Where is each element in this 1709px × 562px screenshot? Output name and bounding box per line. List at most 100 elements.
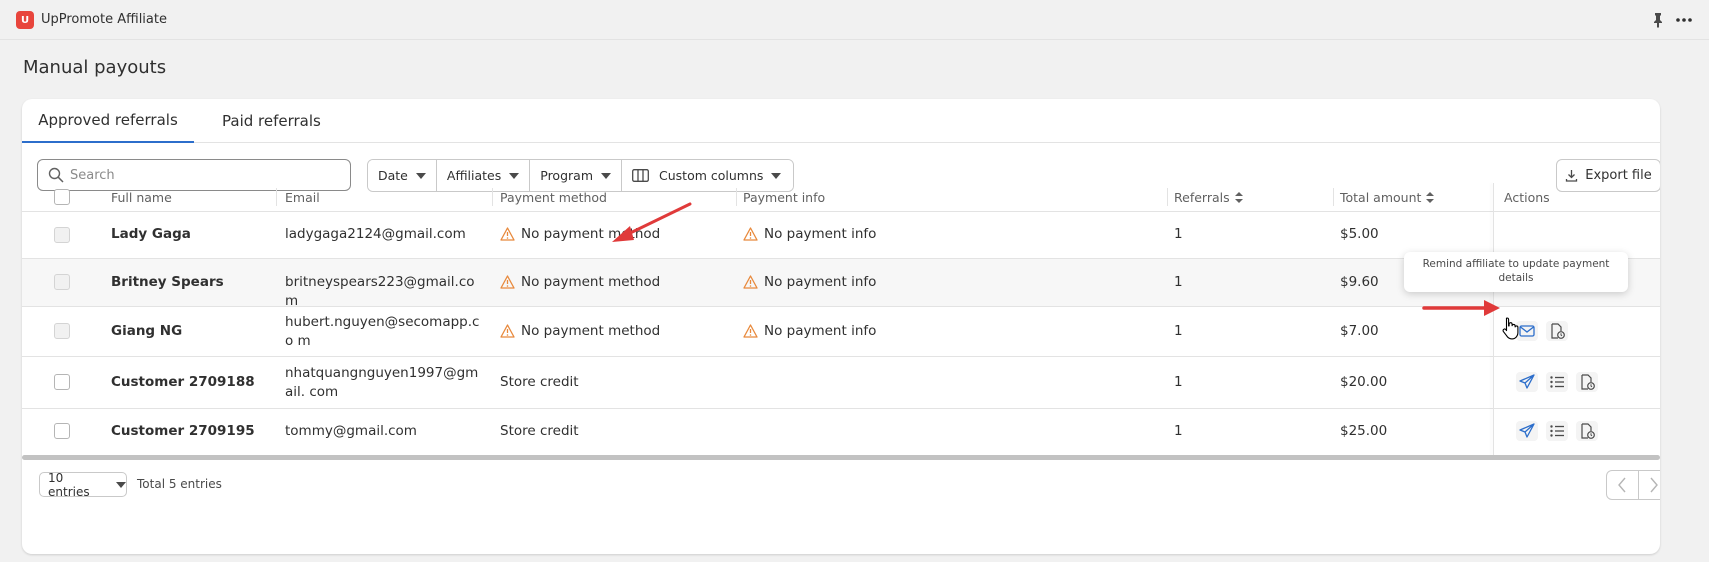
affiliate-email: britneyspears223@gmail.com	[285, 274, 475, 309]
list-icon	[1550, 376, 1564, 388]
payment-method-text: Store credit	[500, 374, 579, 390]
header-payment-info: Payment info	[743, 190, 826, 205]
program-filter-label: Program	[540, 168, 593, 183]
search-icon	[48, 167, 64, 183]
affiliate-name: Britney Spears	[111, 274, 224, 290]
affiliate-name: Customer 2709195	[111, 423, 255, 439]
pending-doc-button[interactable]	[1576, 421, 1598, 441]
table-row: Customer 2709195 tommy@gmail.com Store c…	[22, 409, 1660, 455]
send-payment-button[interactable]	[1516, 372, 1538, 392]
tab-approved-referrals[interactable]: Approved referrals	[22, 99, 194, 143]
column-divider	[276, 188, 277, 206]
payment-method: No payment method	[500, 323, 660, 339]
payment-info-text: No payment info	[764, 323, 877, 339]
send-icon	[1519, 423, 1535, 438]
warning-icon	[743, 227, 758, 241]
list-icon	[1550, 425, 1564, 437]
chevron-left-icon	[1618, 477, 1626, 493]
affiliates-filter-label: Affiliates	[446, 168, 502, 183]
payment-method: No payment method	[500, 274, 660, 290]
pending-doc-button[interactable]	[1546, 321, 1568, 341]
warning-icon	[500, 227, 515, 241]
column-divider	[492, 188, 493, 206]
referrals-count: 1	[1174, 274, 1183, 290]
referrals-count: 1	[1174, 226, 1183, 242]
next-page-button[interactable]	[1639, 471, 1661, 499]
details-list-button[interactable]	[1546, 421, 1568, 441]
sort-icon	[1234, 192, 1243, 203]
prev-page-button[interactable]	[1607, 471, 1639, 499]
app-bar: U UpPromote Affiliate	[0, 0, 1709, 40]
warning-icon	[500, 275, 515, 289]
payment-method: No payment method	[500, 226, 660, 242]
entries-per-page-select[interactable]: 10 entries	[39, 470, 127, 499]
warning-icon	[500, 324, 515, 338]
total-entries: Total 5 entries	[137, 477, 222, 491]
header-payment-method: Payment method	[500, 190, 607, 205]
payment-method: Store credit	[500, 423, 579, 439]
more-icon[interactable]	[1674, 12, 1694, 28]
pending-doc-icon	[1581, 374, 1595, 390]
pagination	[1606, 470, 1660, 500]
row-checkbox[interactable]	[54, 423, 70, 439]
referrals-count: 1	[1174, 374, 1183, 390]
page-title: Manual payouts	[23, 57, 167, 78]
payment-info-text: No payment info	[764, 274, 877, 290]
send-payment-button[interactable]	[1516, 421, 1538, 441]
payment-method-text: No payment method	[521, 323, 661, 339]
app-name: UpPromote Affiliate	[41, 12, 167, 27]
mail-icon	[1519, 325, 1535, 337]
affiliate-email: tommy@gmail.com	[285, 423, 417, 439]
caret-down-icon	[771, 172, 782, 179]
search-input[interactable]	[70, 167, 330, 183]
row-checkbox[interactable]	[54, 374, 70, 390]
referrals-count: 1	[1174, 423, 1183, 439]
payment-info: No payment info	[743, 274, 876, 290]
header-referrals[interactable]: Referrals	[1174, 190, 1243, 205]
horizontal-scrollbar[interactable]	[22, 455, 1660, 460]
affiliate-name: Giang NG	[111, 323, 183, 339]
row-checkbox[interactable]	[54, 227, 70, 243]
sticky-actions-divider	[1493, 183, 1494, 458]
header-referrals-label: Referrals	[1174, 190, 1230, 205]
header-total-amount[interactable]: Total amount	[1340, 190, 1435, 205]
total-amount: $25.00	[1340, 423, 1388, 439]
app-logo: U	[16, 11, 34, 29]
payment-method-text: Store credit	[500, 423, 579, 439]
affiliate-email: nhatquangnguyen1997@gmail. com	[285, 365, 479, 400]
custom-columns-label: Custom columns	[659, 168, 764, 183]
warning-icon	[743, 275, 758, 289]
payment-method-text: No payment method	[521, 274, 661, 290]
download-icon	[1566, 170, 1578, 182]
select-all-checkbox[interactable]	[54, 189, 70, 205]
columns-icon	[632, 169, 649, 182]
pending-doc-button[interactable]	[1576, 372, 1598, 392]
column-divider	[736, 188, 737, 206]
row-checkbox[interactable]	[54, 274, 70, 290]
chevron-right-icon	[1650, 477, 1658, 493]
hand-cursor-icon	[1502, 317, 1519, 340]
total-amount: $20.00	[1340, 374, 1388, 390]
header-total-amount-label: Total amount	[1340, 190, 1422, 205]
caret-down-icon	[415, 172, 426, 179]
total-amount: $7.00	[1340, 323, 1379, 339]
export-file-label: Export file	[1585, 168, 1652, 183]
pin-icon[interactable]	[1650, 12, 1666, 28]
tab-bar: Approved referrals Paid referrals	[22, 99, 1660, 143]
column-divider	[1333, 188, 1334, 206]
table-header: Full name Email Payment method Payment i…	[22, 183, 1660, 212]
pending-doc-icon	[1551, 323, 1565, 339]
tab-paid-referrals[interactable]: Paid referrals	[212, 99, 331, 143]
details-list-button[interactable]	[1546, 372, 1568, 392]
caret-down-icon	[116, 481, 126, 488]
pending-doc-icon	[1581, 423, 1595, 439]
date-filter-label: Date	[378, 168, 408, 183]
column-divider	[1167, 188, 1168, 206]
total-amount: $5.00	[1340, 226, 1379, 242]
caret-down-icon	[509, 172, 520, 179]
entries-label: 10 entries	[48, 470, 90, 499]
row-checkbox[interactable]	[54, 323, 70, 339]
send-icon	[1519, 374, 1535, 389]
affiliate-name: Lady Gaga	[111, 226, 191, 242]
payment-method: Store credit	[500, 374, 579, 390]
